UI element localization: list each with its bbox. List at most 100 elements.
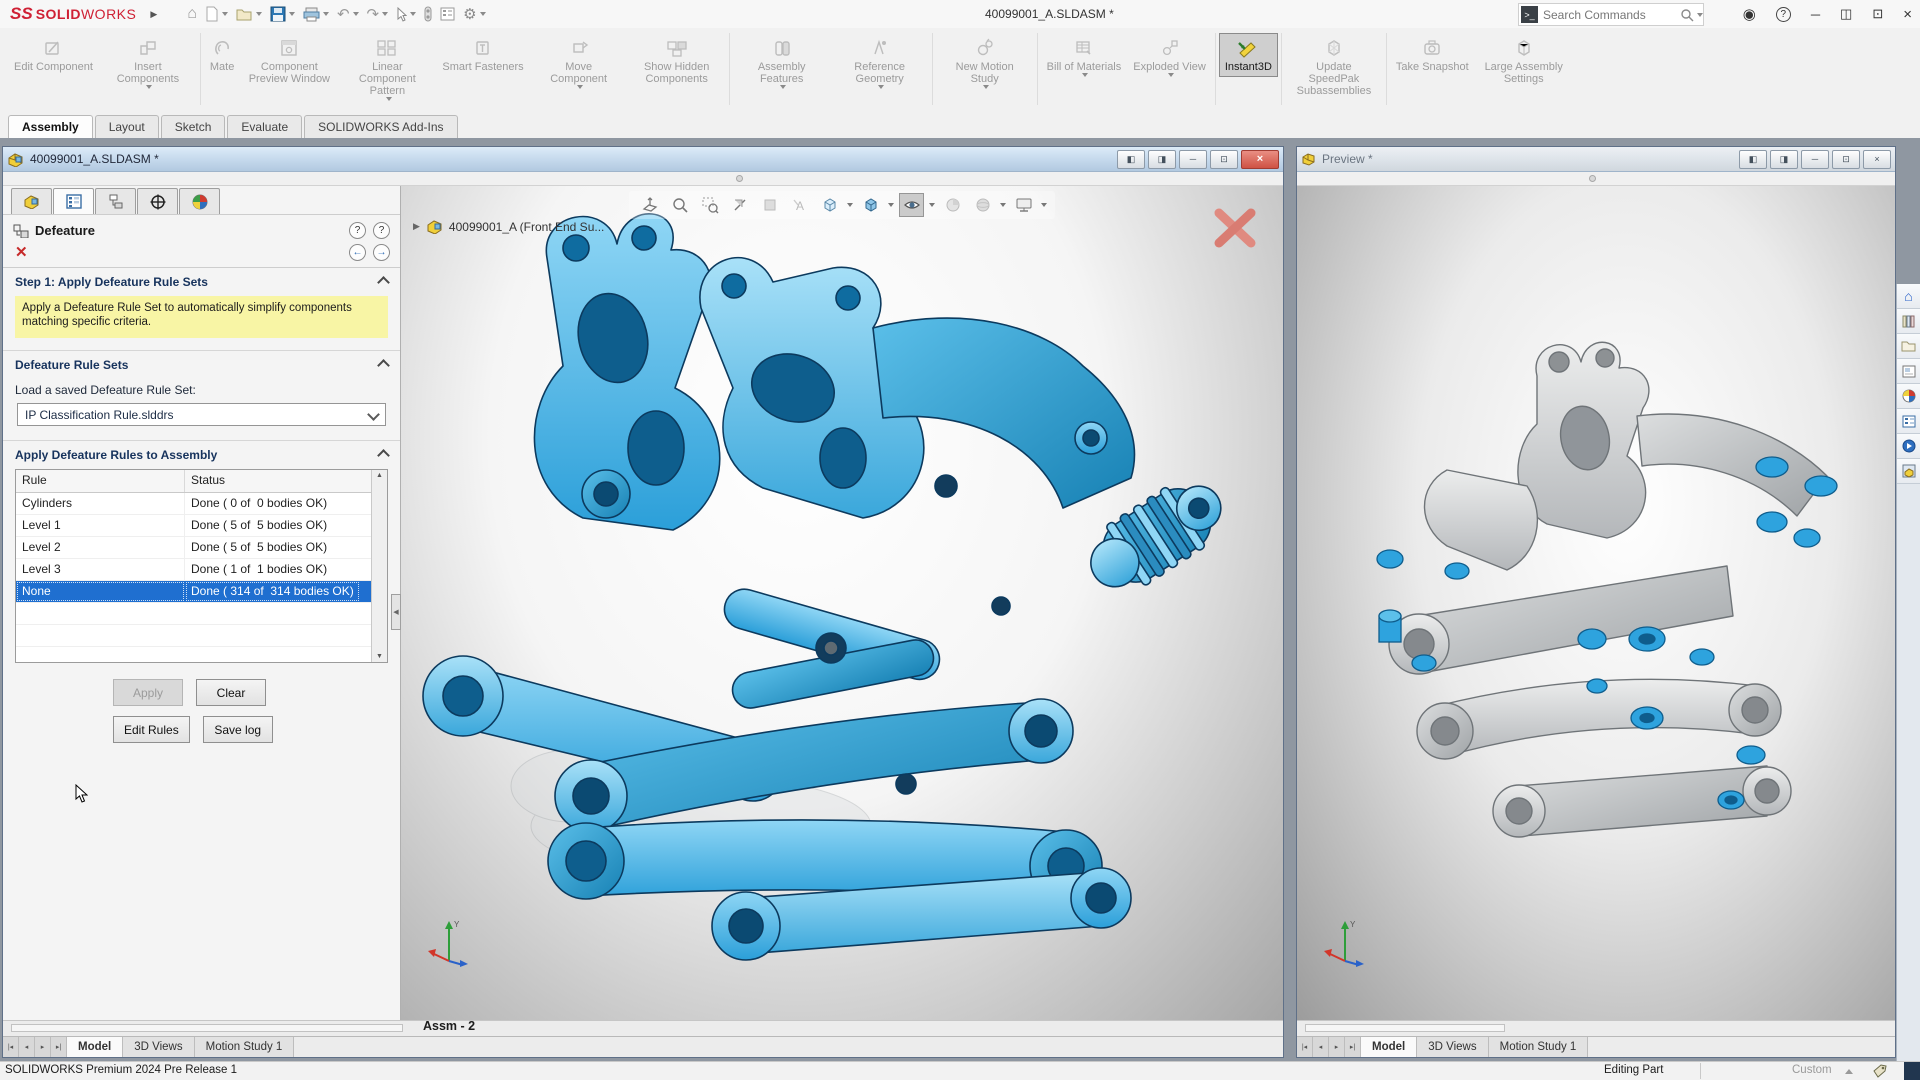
flyout-feature-tree[interactable]: ▶ 40099001_A (Front End Su... (413, 219, 604, 234)
ribbon-button-large-assembly-settings[interactable]: Large Assembly Settings (1475, 33, 1573, 89)
tab-scroll-next-icon[interactable]: ▸ (35, 1037, 51, 1057)
doc-tab-3d-views[interactable]: 3D Views (1417, 1037, 1488, 1057)
dropdown-caret-icon[interactable] (888, 203, 894, 207)
table-row[interactable]: Level 2Done ( 5 of 5 bodies OK) (16, 537, 371, 559)
preview-part-icon[interactable] (1897, 459, 1920, 484)
status-config-text[interactable]: Custom (1792, 1064, 1832, 1076)
apply-scene-icon[interactable] (970, 193, 995, 217)
window-minimize-button[interactable]: ─ (1179, 150, 1207, 169)
splitter-groove[interactable] (1305, 1024, 1505, 1032)
hide-show-items-icon[interactable] (899, 193, 924, 217)
dropdown-caret-icon[interactable] (929, 203, 935, 207)
preview-window-titlebar[interactable]: Preview * ◧ ◨ ─ ⊡ × (1297, 147, 1895, 172)
zoom-in-icon[interactable] (667, 193, 692, 217)
ribbon-button-new-motion-study[interactable]: New Motion Study (936, 33, 1034, 93)
table-row-empty[interactable] (16, 603, 371, 625)
help-icon[interactable]: ? (1776, 7, 1791, 22)
tab-scroll-prev-icon[interactable]: ◂ (1313, 1037, 1329, 1057)
splitter-handle-dot[interactable] (1589, 175, 1596, 182)
file-explorer-icon[interactable] (1897, 334, 1920, 359)
dropdown-caret-icon[interactable] (847, 203, 853, 207)
save-log-button[interactable]: Save log (203, 716, 273, 743)
ruleset-dropdown[interactable]: IP Classification Rule.slddrs (17, 403, 386, 426)
ribbon-button-exploded-view[interactable]: Exploded View (1127, 33, 1212, 81)
ribbon-button-mate[interactable]: Mate (204, 33, 240, 77)
collapse-chevron-icon[interactable] (377, 449, 390, 462)
open-document-icon[interactable] (232, 2, 266, 26)
zoom-to-fit-icon[interactable] (637, 193, 662, 217)
dropdown-caret-icon[interactable] (1000, 203, 1006, 207)
next-step-icon[interactable]: → (373, 244, 390, 261)
search-commands-box[interactable]: >_ Search Commands (1518, 3, 1704, 26)
ribbon-button-smart-fasteners[interactable]: Smart Fasteners (436, 33, 529, 77)
step1-section-header[interactable]: Step 1: Apply Defeature Rule Sets (3, 268, 400, 294)
tab-scroll-prev-icon[interactable]: ◂ (19, 1037, 35, 1057)
home-tab-icon[interactable]: ⌂ (1897, 284, 1920, 309)
save-icon[interactable] (266, 2, 299, 26)
home-icon[interactable]: ⌂ (183, 2, 201, 26)
search-magnifier-icon[interactable] (1680, 8, 1694, 22)
restore-button[interactable]: ⊡ (1872, 6, 1883, 22)
options-list-icon[interactable] (436, 2, 459, 26)
tab-scroll-last-icon[interactable]: ▸| (1345, 1037, 1361, 1057)
doc-tab-model[interactable]: Model (67, 1037, 123, 1057)
tab-scroll-first-icon[interactable]: |◂ (1297, 1037, 1313, 1057)
table-row[interactable]: Level 1Done ( 5 of 5 bodies OK) (16, 515, 371, 537)
tab-scroll-next-icon[interactable]: ▸ (1329, 1037, 1345, 1057)
tab-sketch[interactable]: Sketch (161, 115, 226, 138)
previous-step-icon[interactable]: ← (349, 244, 366, 261)
config-up-caret-icon[interactable] (1845, 1069, 1853, 1074)
select-cursor-icon[interactable] (392, 2, 420, 26)
preview-viewport[interactable]: Y (1297, 186, 1895, 1020)
horizontal-splitter[interactable]: Assm - 2 (3, 1020, 1283, 1036)
ribbon-button-bill-of-materials[interactable]: Bill of Materials (1041, 33, 1128, 81)
ribbon-button-edit-component[interactable]: Edit Component (8, 33, 99, 77)
doc-tab-motion-study-1[interactable]: Motion Study 1 (195, 1037, 295, 1057)
rulesets-section-header[interactable]: Defeature Rule Sets (3, 351, 400, 377)
dropdown-caret-icon[interactable] (1041, 203, 1047, 207)
settings-gear-icon[interactable]: ⚙ (459, 2, 489, 26)
tab-configuration-manager[interactable] (95, 188, 136, 214)
assembly-3d-model[interactable] (401, 186, 1283, 1020)
undo-icon[interactable]: ↶ (333, 2, 363, 26)
tab-display-manager[interactable] (179, 188, 220, 214)
collapse-chevron-icon[interactable] (377, 276, 390, 289)
tab-layout[interactable]: Layout (95, 115, 159, 138)
pane-right-button[interactable]: ◨ (1770, 150, 1798, 169)
feature-pane-splitter[interactable] (1297, 172, 1895, 186)
view-settings-icon[interactable] (1011, 193, 1036, 217)
graphics-viewport[interactable]: A ▶ (401, 186, 1283, 1020)
edit-appearance-icon[interactable] (940, 193, 965, 217)
quick-tips-icon[interactable]: ? (349, 222, 366, 239)
scroll-up-icon[interactable]: ▲ (376, 472, 383, 479)
search-input[interactable]: Search Commands (1543, 8, 1680, 22)
tab-property-manager[interactable] (53, 188, 94, 214)
table-row[interactable]: Level 3Done ( 1 of 1 bodies OK) (16, 559, 371, 581)
ribbon-button-move-component[interactable]: Move Component (530, 33, 628, 93)
print-icon[interactable] (299, 2, 333, 26)
tab-featuremanager-tree[interactable] (11, 188, 52, 214)
selection-filter-icon[interactable] (420, 2, 436, 26)
account-icon[interactable]: ◉ (1743, 5, 1756, 23)
doc-tab-model[interactable]: Model (1361, 1037, 1417, 1057)
table-row-empty[interactable] (16, 647, 371, 668)
search-dropdown-caret[interactable] (1697, 13, 1703, 17)
cancel-watermark-icon[interactable] (1213, 208, 1257, 251)
design-library-icon[interactable] (1897, 309, 1920, 334)
window-restore-button[interactable]: ⊡ (1832, 150, 1860, 169)
window-restore-button[interactable]: ⊡ (1210, 150, 1238, 169)
table-row-selected[interactable]: NoneDone ( 314 of 314 bodies OK) (16, 581, 371, 603)
resize-corner[interactable] (1904, 1062, 1920, 1080)
tab-assembly[interactable]: Assembly (8, 115, 93, 138)
tab-scroll-last-icon[interactable]: ▸| (51, 1037, 67, 1057)
collapse-chevron-icon[interactable] (377, 359, 390, 372)
ribbon-button-show-hidden-components[interactable]: Show Hidden Components (628, 33, 726, 89)
panel-collapse-handle[interactable]: ◀ (391, 594, 401, 630)
ribbon-button-assembly-features[interactable]: Assembly Features (733, 33, 831, 93)
new-document-icon[interactable] (201, 2, 232, 26)
tab-scroll-first-icon[interactable]: |◂ (3, 1037, 19, 1057)
splitter-handle-dot[interactable] (736, 175, 743, 182)
horizontal-splitter[interactable] (1297, 1020, 1895, 1036)
ribbon-button-insert-components[interactable]: Insert Components (99, 33, 197, 93)
dynamic-motion-icon[interactable] (757, 193, 782, 217)
